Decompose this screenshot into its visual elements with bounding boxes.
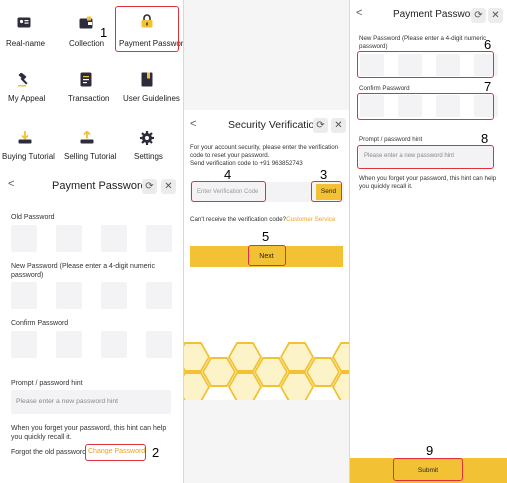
menu-label-real-name: Real-name bbox=[6, 39, 46, 48]
annotation-box-4 bbox=[191, 181, 266, 202]
old-pin-box-1[interactable] bbox=[11, 225, 37, 252]
menu-label-settings: Settings bbox=[134, 152, 163, 161]
menu-label-selling-tutorial: Selling Tutorial bbox=[64, 152, 117, 161]
honeycomb-decoration bbox=[184, 342, 349, 400]
menu-item-my-appeal[interactable]: My Appeal bbox=[0, 70, 50, 108]
hint-help-text: When you forget your password, this hint… bbox=[359, 175, 497, 190]
annotation-box-6 bbox=[357, 51, 494, 78]
close-icon[interactable]: ✕ bbox=[161, 179, 176, 194]
annotation-box-9 bbox=[393, 458, 463, 481]
hint-placeholder: Please enter a new password hint bbox=[16, 398, 119, 405]
page-title: Payment Password bbox=[52, 180, 147, 192]
refresh-icon[interactable]: ⟳ bbox=[142, 179, 157, 194]
download-icon bbox=[18, 131, 32, 144]
annotation-box-1 bbox=[115, 6, 179, 52]
annotation-number-1: 1 bbox=[100, 25, 108, 40]
confirm-password-label: Confirm Password bbox=[11, 320, 69, 327]
menu-label-my-appeal: My Appeal bbox=[8, 94, 46, 103]
cant-receive-label: Can't receive the verification code? bbox=[190, 216, 287, 223]
back-button[interactable]: < bbox=[356, 7, 362, 19]
menu-label-user-guidelines: User Guidelines bbox=[123, 94, 180, 103]
annotation-number-8: 8 bbox=[481, 131, 489, 146]
new-pin-box-2[interactable] bbox=[56, 282, 82, 309]
old-pin-box-2[interactable] bbox=[56, 225, 82, 252]
confirm-pin-box-3[interactable] bbox=[101, 331, 127, 358]
annotation-number-2: 2 bbox=[152, 445, 160, 460]
annotation-number-5: 5 bbox=[262, 229, 270, 244]
menu-label-collection: Collection bbox=[69, 39, 105, 48]
cant-receive-text: Can't receive the verification code?Cust… bbox=[190, 216, 335, 223]
menu-item-buying-tutorial[interactable]: Buying Tutorial bbox=[0, 128, 56, 164]
refresh-icon[interactable]: ⟳ bbox=[471, 8, 486, 23]
new-pin-box-3[interactable] bbox=[101, 282, 127, 309]
hint-input[interactable]: Please enter a new password hint bbox=[11, 390, 171, 414]
menu-item-settings[interactable]: Settings bbox=[128, 128, 168, 164]
annotation-box-5 bbox=[248, 245, 286, 266]
confirm-pin-box-2[interactable] bbox=[56, 331, 82, 358]
menu-item-transaction[interactable]: Transaction bbox=[63, 70, 113, 108]
close-icon[interactable]: ✕ bbox=[331, 118, 346, 133]
annotation-number-3: 3 bbox=[320, 167, 328, 182]
hint-help-text: When you forget your password, this hint… bbox=[11, 425, 167, 441]
upload-icon bbox=[80, 131, 94, 144]
page-title: Security Verification bbox=[228, 119, 321, 131]
menu-label-buying-tutorial: Buying Tutorial bbox=[2, 152, 55, 161]
back-button[interactable]: < bbox=[190, 118, 196, 130]
annotation-number-4: 4 bbox=[224, 167, 232, 182]
security-info-text: For your account security, please enter … bbox=[190, 144, 339, 159]
id-card-icon bbox=[17, 17, 31, 28]
annotation-number-7: 7 bbox=[484, 79, 492, 94]
old-pin-box-3[interactable] bbox=[101, 225, 127, 252]
document-icon bbox=[80, 72, 92, 87]
annotation-box-7 bbox=[357, 93, 494, 120]
confirm-pin-box-1[interactable] bbox=[11, 331, 37, 358]
page-title: Payment Password bbox=[393, 9, 480, 20]
refresh-icon[interactable]: ⟳ bbox=[313, 118, 328, 133]
annotation-box-8 bbox=[357, 145, 494, 169]
forgot-text: Forgot the old password bbox=[11, 449, 87, 456]
payment-password-panel-left: < Payment Password ⟳ ✕ Old Password New … bbox=[0, 172, 183, 483]
old-password-label: Old Password bbox=[11, 214, 55, 221]
back-button[interactable]: < bbox=[8, 178, 14, 190]
hint-label: Prompt / password hint bbox=[11, 380, 83, 387]
annotation-box-2 bbox=[85, 444, 146, 461]
close-icon[interactable]: ✕ bbox=[488, 8, 503, 23]
wallet-icon bbox=[79, 16, 93, 29]
confirm-password-label: Confirm Password bbox=[359, 85, 410, 92]
hint-label: Prompt / password hint bbox=[359, 136, 423, 143]
menu-item-real-name[interactable]: Real-name bbox=[0, 10, 50, 50]
hammer-icon bbox=[18, 73, 28, 87]
confirm-pin-box-4[interactable] bbox=[146, 331, 172, 358]
old-pin-box-4[interactable] bbox=[146, 225, 172, 252]
menu-label-transaction: Transaction bbox=[68, 94, 110, 103]
new-pin-box-1[interactable] bbox=[11, 282, 37, 309]
menu-item-selling-tutorial[interactable]: Selling Tutorial bbox=[62, 128, 118, 164]
new-password-label: New Password (Please enter a 4-digit num… bbox=[11, 263, 155, 279]
menu-item-user-guidelines[interactable]: User Guidelines bbox=[122, 70, 180, 108]
new-password-label: New Password (Please enter a 4-digit num… bbox=[359, 35, 487, 50]
book-icon bbox=[141, 72, 153, 87]
annotation-number-6: 6 bbox=[484, 37, 492, 52]
annotation-number-9: 9 bbox=[426, 443, 434, 458]
annotation-box-3 bbox=[311, 181, 342, 202]
customer-service-link[interactable]: Customer Service bbox=[286, 216, 335, 223]
gear-icon bbox=[140, 131, 154, 145]
new-pin-box-4[interactable] bbox=[146, 282, 172, 309]
